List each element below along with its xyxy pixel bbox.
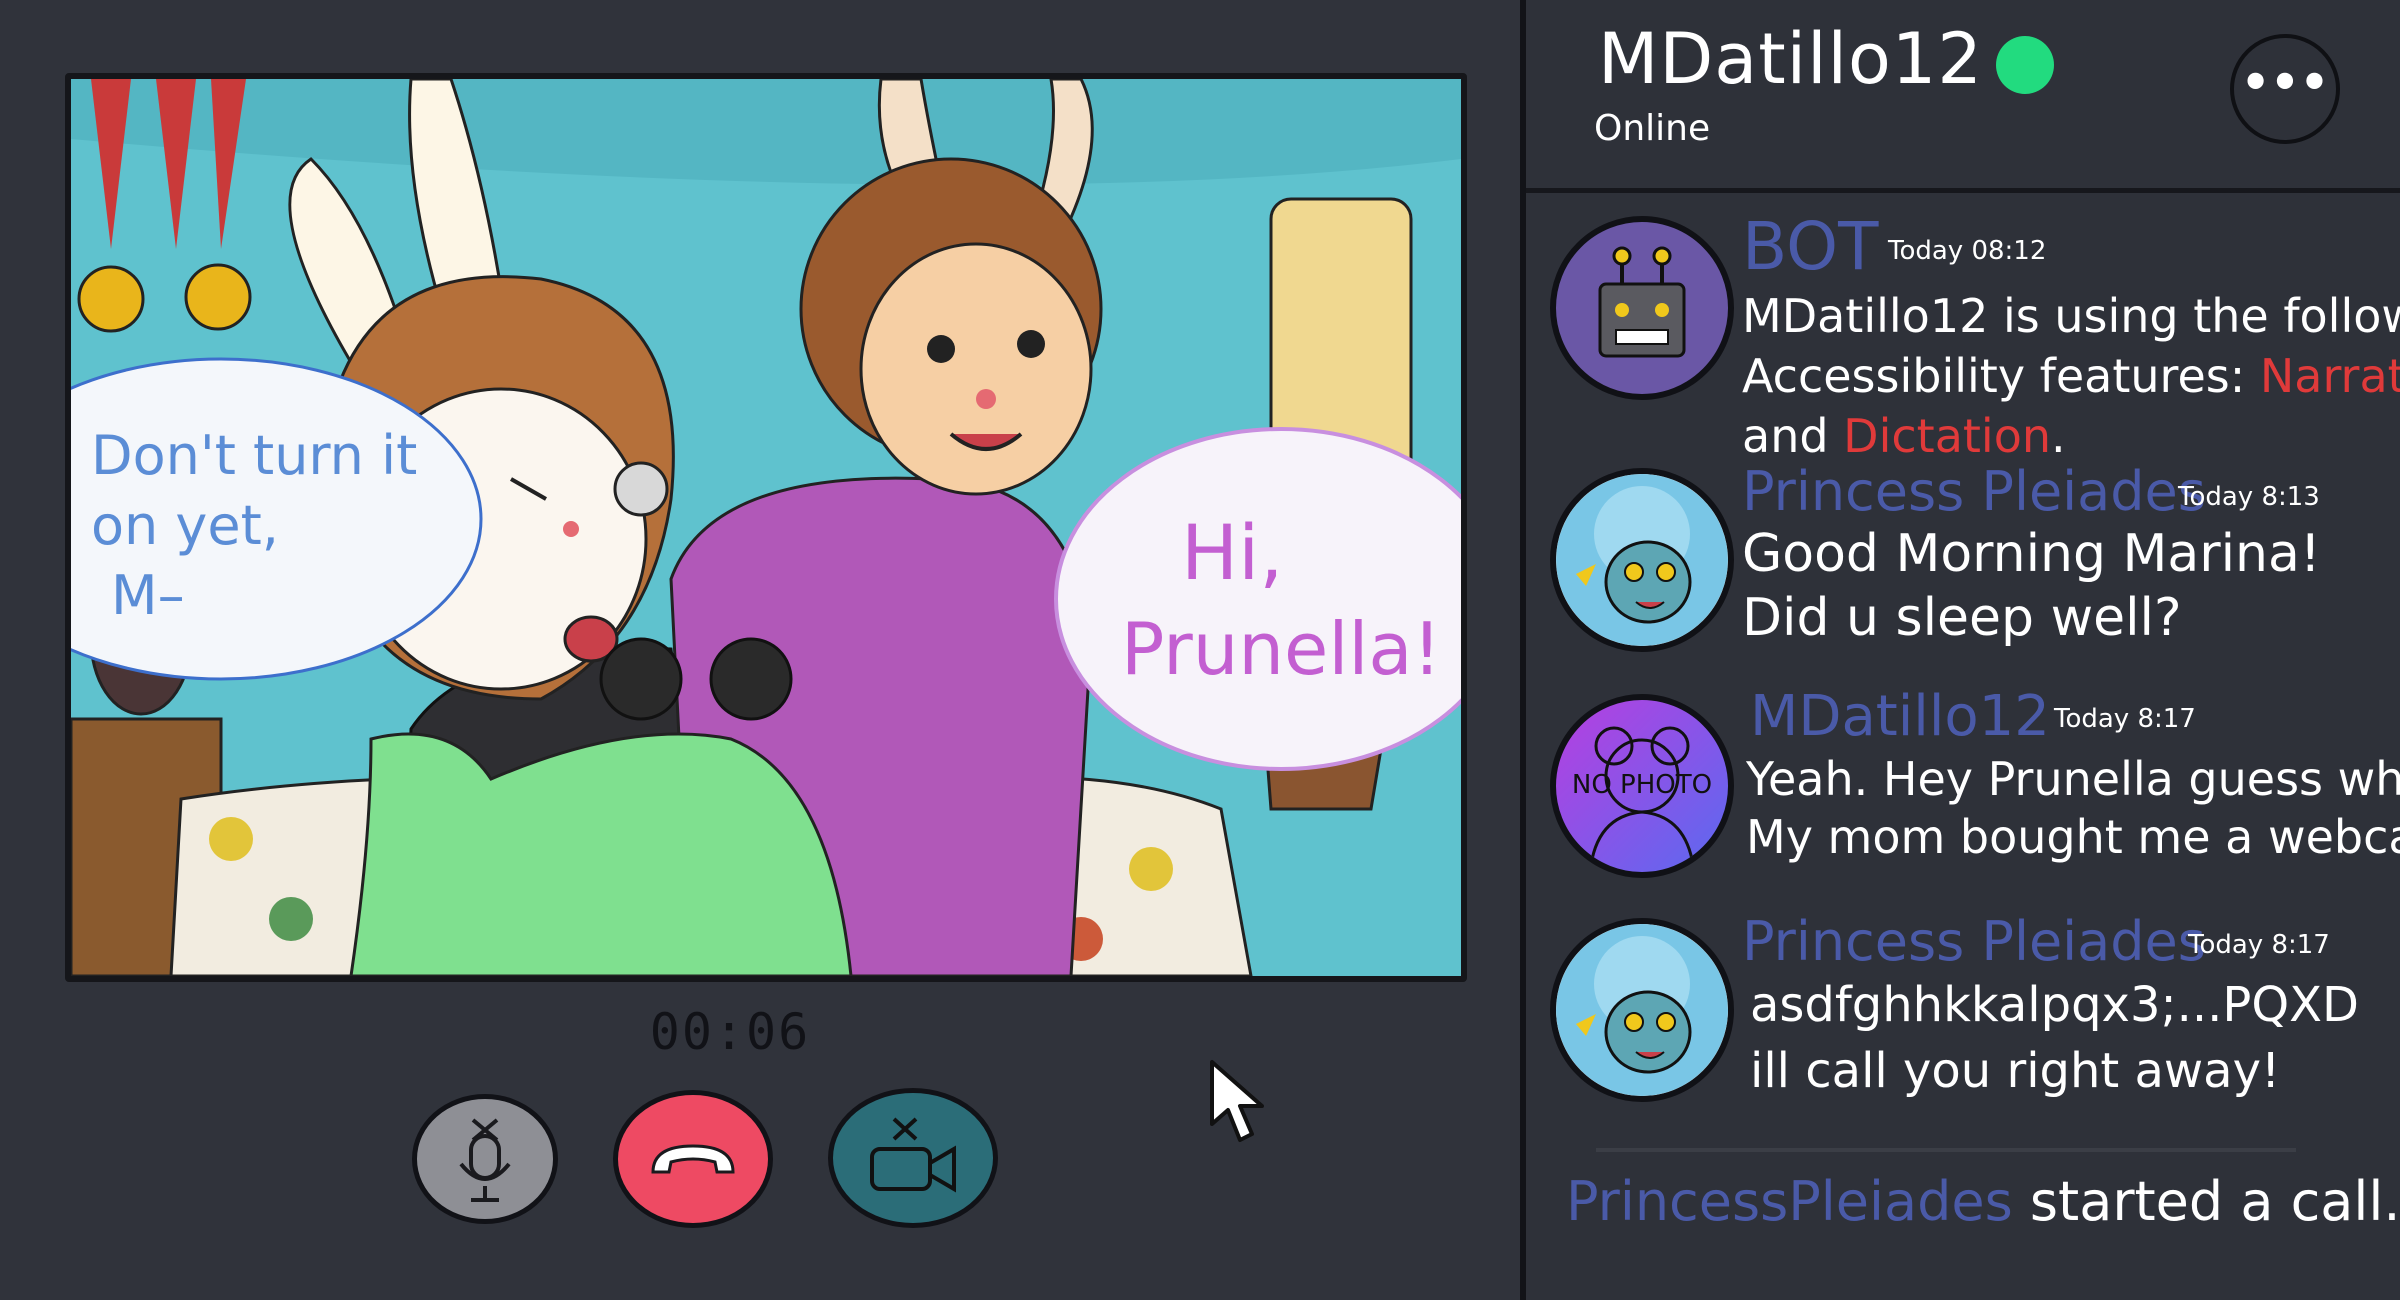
chat-pane: MDatillo12 Online ••• BOT Today 08:12 MD… bbox=[1520, 0, 2400, 1300]
message-sender: BOT bbox=[1742, 208, 1879, 285]
status-text: Online bbox=[1594, 108, 1711, 149]
speech-right-line-1: Hi, bbox=[1181, 508, 1283, 597]
message-time: Today 8:13 bbox=[2178, 482, 2320, 512]
message-line: Accessibility features: Narrator bbox=[1742, 346, 2400, 406]
message-line: Did u sleep well? bbox=[1742, 588, 2182, 648]
speech-left-line-2: on yet, bbox=[91, 494, 279, 557]
avatar-illustration bbox=[1556, 474, 1728, 646]
message-time: Today 8:17 bbox=[2054, 704, 2196, 734]
avatar-illustration bbox=[1556, 924, 1728, 1096]
camera-off-button[interactable] bbox=[828, 1088, 998, 1228]
more-options-button[interactable]: ••• bbox=[2230, 34, 2340, 144]
speech-left-line-3: M– bbox=[111, 564, 185, 627]
message-line: Yeah. Hey Prunella guess what? bbox=[1746, 752, 2400, 806]
contact-name: MDatillo12 bbox=[1598, 18, 1983, 100]
no-photo-avatar: NO PHOTO bbox=[1550, 694, 1734, 878]
message-item: Princess Pleiades Today 8:13 Good Mornin… bbox=[1526, 456, 2400, 656]
message-line: asdfghhkkalpqx3;...PQXD bbox=[1750, 977, 2359, 1033]
message-line: MDatillo12 is using the following bbox=[1742, 289, 2400, 343]
no-photo-label: NO PHOTO bbox=[1571, 770, 1713, 800]
message-body: Yeah. Hey Prunella guess what? My mom bo… bbox=[1746, 750, 2400, 866]
mouse-pointer-icon bbox=[1210, 1060, 1264, 1142]
video-feed: Don't turn it on yet, M– Hi, Prunella! bbox=[65, 73, 1467, 982]
speech-right-line-2: Prunella! bbox=[1121, 607, 1441, 691]
webcam-scene: Don't turn it on yet, M– Hi, Prunella! bbox=[71, 79, 1461, 976]
message-sender: Princess Pleiades bbox=[1742, 460, 2206, 523]
message-body: Good Morning Marina! Did u sleep well? bbox=[1742, 522, 2321, 650]
caller-name-link[interactable]: PrincessPleiades bbox=[1566, 1170, 2013, 1233]
online-status-dot bbox=[1996, 36, 2054, 94]
mic-muted-icon bbox=[459, 1118, 511, 1202]
divider bbox=[1596, 1148, 2296, 1152]
hang-up-icon bbox=[651, 1144, 735, 1174]
call-started-notice: PrincessPleiades started a call. bbox=[1566, 1170, 2400, 1233]
message-time: Today 08:12 bbox=[1888, 236, 2047, 266]
call-pane: Don't turn it on yet, M– Hi, Prunella! 0… bbox=[0, 0, 1520, 1300]
princess-pleiades-avatar bbox=[1550, 918, 1734, 1102]
message-sender: Princess Pleiades bbox=[1742, 910, 2206, 973]
message-item: NO PHOTO MDatillo12 Today 8:17 Yeah. Hey… bbox=[1526, 684, 2400, 884]
mute-mic-button[interactable] bbox=[412, 1094, 558, 1224]
message-time: Today 8:17 bbox=[2188, 930, 2330, 960]
princess-pleiades-avatar bbox=[1550, 468, 1734, 652]
robot-icon bbox=[1598, 246, 1686, 358]
video-chat-app: Don't turn it on yet, M– Hi, Prunella! 0… bbox=[0, 0, 2400, 1300]
end-call-button[interactable] bbox=[613, 1090, 773, 1228]
message-line: My mom bought me a webcam! bbox=[1746, 810, 2400, 864]
message-item: Princess Pleiades Today 8:17 asdfghhkkal… bbox=[1526, 906, 2400, 1126]
narrator-highlight: Narrator bbox=[2259, 349, 2400, 403]
dictation-highlight: Dictation bbox=[1843, 409, 2052, 463]
speech-left-line-1: Don't turn it bbox=[91, 424, 417, 487]
message-line: ill call you right away! bbox=[1750, 1043, 2281, 1099]
message-line: Good Morning Marina! bbox=[1742, 524, 2321, 584]
message-item: BOT Today 08:12 MDatillo12 is using the … bbox=[1526, 206, 2400, 463]
message-body: MDatillo12 is using the following Access… bbox=[1742, 286, 2400, 466]
message-body: asdfghhkkalpqx3;...PQXD ill call you rig… bbox=[1750, 972, 2359, 1104]
robot-avatar bbox=[1550, 216, 1734, 400]
camera-off-icon bbox=[870, 1117, 956, 1193]
chat-header: MDatillo12 Online ••• bbox=[1526, 0, 2400, 193]
message-sender: MDatillo12 bbox=[1750, 684, 2050, 749]
call-timer: 00:06 bbox=[649, 1003, 811, 1061]
